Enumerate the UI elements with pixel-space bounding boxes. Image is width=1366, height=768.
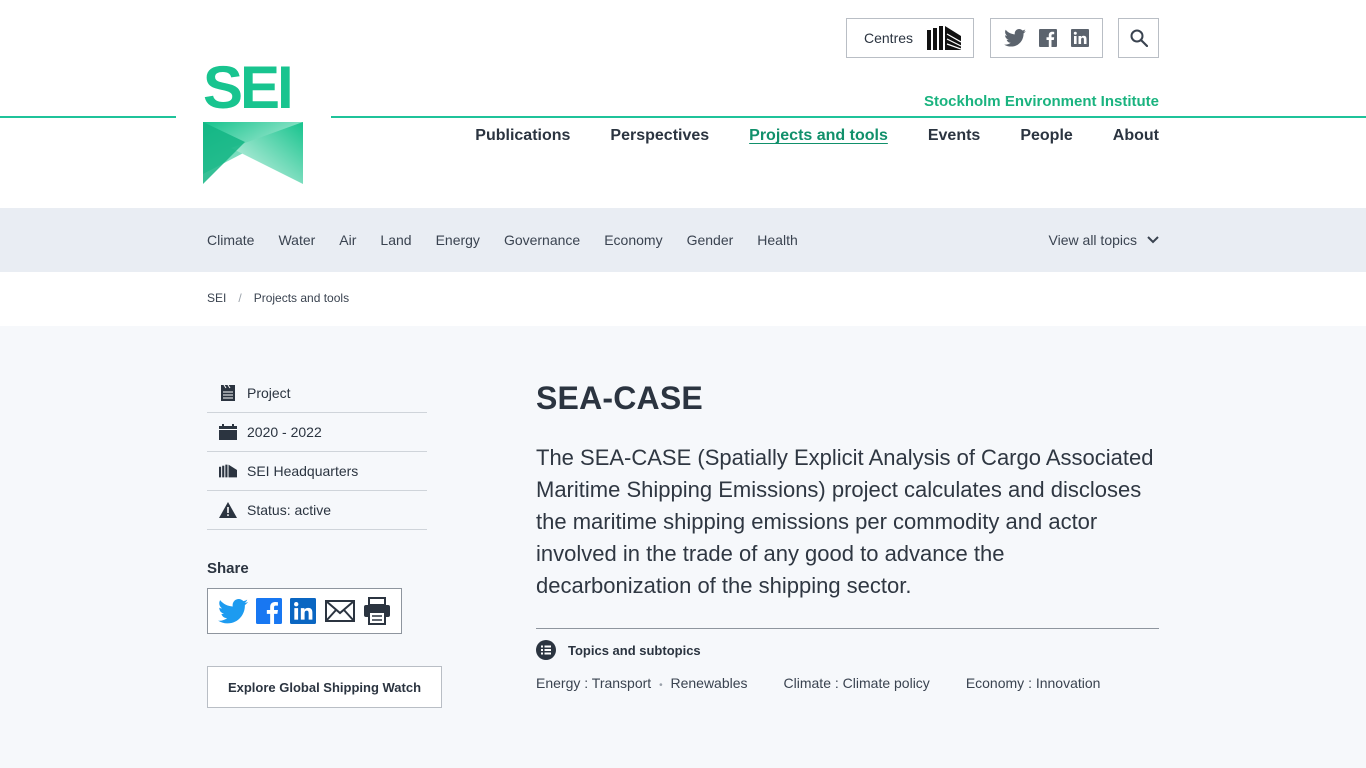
topic-air[interactable]: Air xyxy=(339,232,356,248)
calendar-icon xyxy=(217,424,239,440)
twitter-icon[interactable] xyxy=(1004,29,1026,47)
topic-governance[interactable]: Governance xyxy=(504,232,580,248)
view-all-label: View all topics xyxy=(1048,232,1137,248)
nav-people[interactable]: People xyxy=(1020,127,1072,145)
project-meta-list: Project 2020 - 2022 SEI Headquarters Sta… xyxy=(207,374,427,530)
facebook-share-icon[interactable] xyxy=(256,598,283,624)
subtopic-link-transport[interactable]: Transport xyxy=(592,675,651,691)
nav-perspectives[interactable]: Perspectives xyxy=(610,127,709,145)
meta-status: Status: active xyxy=(207,491,427,530)
topic-climate[interactable]: Climate xyxy=(207,232,254,248)
explore-global-shipping-watch-button[interactable]: Explore Global Shipping Watch xyxy=(207,666,442,708)
subtopic-separator: • xyxy=(659,680,663,691)
breadcrumb-separator: / xyxy=(238,291,242,305)
topic-separator: : xyxy=(1028,675,1032,691)
share-title: Share xyxy=(207,560,249,577)
site-header: SEI Centres Stockholm Environment Instit… xyxy=(0,0,1366,208)
topics-heading: Topics and subtopics xyxy=(536,640,701,660)
topic-gender[interactable]: Gender xyxy=(687,232,734,248)
topic-link-energy[interactable]: Energy xyxy=(536,675,580,691)
breadcrumb: SEI / Projects and tools xyxy=(207,291,349,305)
linkedin-icon[interactable] xyxy=(1071,29,1090,47)
logo-shape-icon xyxy=(203,122,303,184)
email-share-icon[interactable] xyxy=(324,600,355,622)
subtopic-link-renewables[interactable]: Renewables xyxy=(670,675,747,691)
institute-name: Stockholm Environment Institute xyxy=(923,93,1159,110)
topics-heading-label: Topics and subtopics xyxy=(568,642,701,658)
subtopic-link-innovation[interactable]: Innovation xyxy=(1036,675,1101,691)
list-icon xyxy=(536,640,556,660)
chevron-down-icon xyxy=(1147,236,1159,244)
topic-group-economy: Economy : Innovation xyxy=(966,675,1101,691)
main-nav: Publications Perspectives Projects and t… xyxy=(475,127,1159,145)
search-button[interactable] xyxy=(1118,18,1159,58)
topic-group-energy: Energy : Transport • Renewables xyxy=(536,675,748,691)
topic-bar: Climate Water Air Land Energy Governance… xyxy=(0,208,1366,272)
print-icon[interactable] xyxy=(363,597,391,625)
topic-separator: : xyxy=(834,675,839,691)
clapperboard-icon xyxy=(217,384,239,402)
sei-logo[interactable]: SEI xyxy=(203,58,303,186)
centres-label: Centres xyxy=(864,30,914,46)
view-all-topics-button[interactable]: View all topics xyxy=(1049,232,1159,248)
page-title: SEA-CASE xyxy=(536,380,703,416)
topic-link-climate[interactable]: Climate xyxy=(784,675,831,691)
linkedin-share-icon[interactable] xyxy=(290,598,317,624)
topic-health[interactable]: Health xyxy=(757,232,797,248)
topic-links: Energy : Transport • Renewables Climate … xyxy=(536,675,1100,691)
brand-line-left xyxy=(0,116,176,118)
project-lead: The SEA-CASE (Spatially Explicit Analysi… xyxy=(536,445,1154,598)
topic-list: Climate Water Air Land Energy Governance… xyxy=(207,232,798,248)
meta-centre: SEI Headquarters xyxy=(207,452,427,491)
buildings-icon xyxy=(927,26,962,50)
meta-status-label: Status: active xyxy=(247,502,332,518)
topic-economy[interactable]: Economy xyxy=(604,232,662,248)
brand-line-right xyxy=(331,116,1366,118)
nav-publications[interactable]: Publications xyxy=(475,127,570,145)
topic-separator: : xyxy=(584,675,589,691)
nav-about[interactable]: About xyxy=(1113,127,1159,145)
meta-centre-label: SEI Headquarters xyxy=(247,463,359,479)
breadcrumb-home[interactable]: SEI xyxy=(207,291,226,305)
centres-button[interactable]: Centres xyxy=(846,18,974,58)
facebook-icon[interactable] xyxy=(1039,29,1058,47)
topic-land[interactable]: Land xyxy=(380,232,411,248)
warning-icon xyxy=(217,502,239,518)
nav-events[interactable]: Events xyxy=(928,127,980,145)
buildings-icon xyxy=(217,464,239,478)
meta-period-label: 2020 - 2022 xyxy=(247,424,322,440)
meta-type-label: Project xyxy=(247,385,291,401)
share-buttons xyxy=(207,588,402,634)
meta-period: 2020 - 2022 xyxy=(207,413,427,452)
nav-projects-and-tools[interactable]: Projects and tools xyxy=(749,127,888,145)
subtopic-link-climate-policy[interactable]: Climate policy xyxy=(843,675,930,691)
section-divider xyxy=(536,628,1159,629)
social-links xyxy=(990,18,1103,58)
twitter-share-icon[interactable] xyxy=(218,598,249,624)
meta-type: Project xyxy=(207,374,427,413)
breadcrumb-current[interactable]: Projects and tools xyxy=(254,291,349,305)
topic-group-climate: Climate : Climate policy xyxy=(784,675,930,691)
topic-energy[interactable]: Energy xyxy=(436,232,480,248)
logo-text: SEI xyxy=(203,54,294,121)
topic-water[interactable]: Water xyxy=(278,232,315,248)
topic-link-economy[interactable]: Economy xyxy=(966,675,1024,691)
content-area: Project 2020 - 2022 SEI Headquarters Sta… xyxy=(0,326,1366,768)
search-icon xyxy=(1130,29,1148,47)
